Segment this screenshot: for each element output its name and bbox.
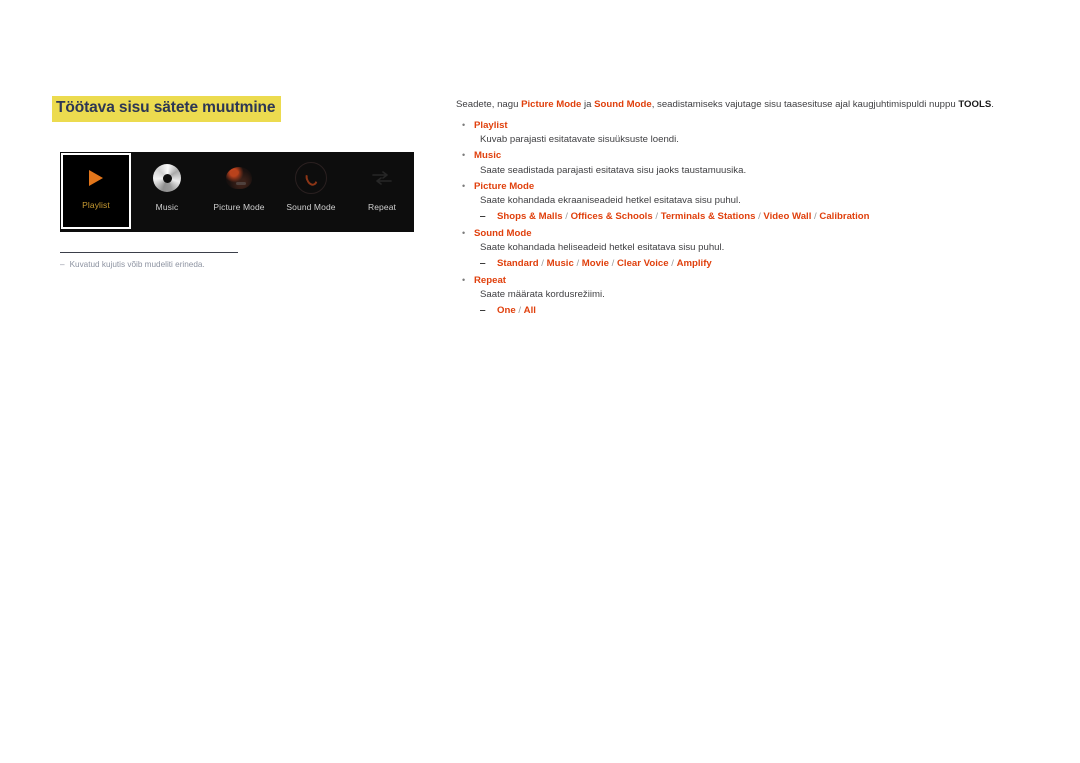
bullet-marker: • (462, 274, 466, 285)
picture-thumbnail-icon (203, 153, 275, 203)
bullet-title: Repeat (474, 274, 506, 286)
option-list: Standard / Music / Movie / Clear Voice /… (497, 257, 712, 271)
device-item-sound-mode[interactable]: Sound Mode (275, 152, 347, 232)
device-item-music[interactable]: Music (131, 152, 203, 232)
bullet-description: Saate kohandada ekraaniseadeid hetkel es… (480, 194, 741, 206)
device-item-playlist[interactable]: Playlist (61, 153, 131, 229)
intro-text-3: , seadistamiseks vajutage sisu taasesitu… (651, 99, 959, 110)
option-value: Terminals & Stations (660, 210, 756, 222)
footnote-divider (60, 252, 238, 253)
settings-bullet-list: • Playlist Kuvab parajasti esitatavate s… (456, 119, 1034, 318)
option-separator: / (515, 305, 524, 317)
option-value: Movie (581, 258, 609, 270)
option-list: Shops & Malls / Offices & Schools / Term… (497, 210, 870, 224)
option-separator: / (668, 258, 677, 270)
device-item-picture-mode[interactable]: Picture Mode (203, 152, 275, 232)
bullet-item-music: • Music Saate seadistada parajasti esita… (456, 149, 1034, 177)
option-separator: / (538, 258, 547, 270)
bullet-options-row: ‒ One / All (480, 304, 1034, 318)
device-item-label: Music (155, 202, 179, 212)
intro-text-4: . (991, 99, 994, 110)
play-triangle-icon (63, 155, 129, 201)
intro-text-1: Seadete, nagu (456, 99, 522, 110)
option-value: Shops & Malls (497, 210, 563, 222)
option-value: Amplify (676, 258, 712, 270)
bullet-title: Playlist (474, 119, 508, 131)
device-item-label: Picture Mode (213, 202, 265, 212)
bullet-description: Saate määrata kordusrežiimi. (480, 289, 605, 301)
figure-footnote: ‒ Kuvatud kujutis võib mudeliti erineda. (60, 252, 238, 271)
intro-keyword-picture-mode: Picture Mode (521, 99, 582, 110)
intro-paragraph: Seadete, nagu Picture Mode ja Sound Mode… (456, 99, 1034, 112)
bullet-title: Music (474, 150, 502, 162)
intro-keyword-tools: TOOLS (958, 99, 992, 110)
bullet-description: Saate seadistada parajasti esitatava sis… (480, 164, 747, 176)
sub-bullet-marker: ‒ (480, 210, 486, 222)
option-value: Standard (497, 258, 539, 270)
option-value: Calibration (819, 210, 870, 222)
option-separator: / (652, 210, 661, 222)
intro-text-2: ja (581, 99, 595, 110)
repeat-arrows-icon (347, 153, 417, 203)
device-menu-bar: Playlist Music Picture Mode Sound Mode R… (60, 152, 414, 232)
bullet-description: Kuvab parajasti esitatavate sisuüksuste … (480, 134, 679, 146)
option-separator: / (573, 258, 582, 270)
footnote-text: Kuvatud kujutis võib mudeliti erineda. (69, 260, 205, 269)
bullet-marker: • (462, 227, 466, 238)
option-separator: / (562, 210, 571, 222)
device-screen-figure: Playlist Music Picture Mode Sound Mode R… (60, 152, 414, 232)
bullet-marker: • (462, 119, 466, 130)
sound-ring-icon (275, 153, 347, 203)
device-item-repeat[interactable]: Repeat (347, 152, 417, 232)
bullet-item-picture-mode: • Picture Mode Saate kohandada ekraanise… (456, 180, 1034, 224)
bullet-item-sound-mode: • Sound Mode Saate kohandada heliseadeid… (456, 227, 1034, 271)
bullet-options-row: ‒ Standard / Music / Movie / Clear Voice… (480, 257, 1034, 271)
right-column: Seadete, nagu Picture Mode ja Sound Mode… (456, 99, 1034, 321)
intro-keyword-sound-mode: Sound Mode (594, 99, 652, 110)
option-value: Offices & Schools (570, 210, 653, 222)
bullet-description: Saate kohandada heliseadeid hetkel esita… (480, 242, 725, 254)
device-item-label: Sound Mode (286, 202, 336, 212)
bullet-title: Picture Mode (474, 180, 535, 192)
bullet-marker: • (462, 150, 466, 161)
device-item-label: Repeat (367, 202, 396, 212)
bullet-marker: • (462, 180, 466, 191)
option-value: All (523, 305, 536, 317)
option-separator: / (609, 258, 617, 270)
bullet-title: Sound Mode (474, 227, 532, 239)
option-value: One (497, 305, 516, 317)
footnote-dash-marker: ‒ (60, 260, 65, 269)
option-list: One / All (497, 304, 536, 318)
bullet-item-playlist: • Playlist Kuvab parajasti esitatavate s… (456, 119, 1034, 147)
option-value: Music (546, 258, 574, 270)
sub-bullet-marker: ‒ (480, 258, 486, 270)
bullet-item-repeat: • Repeat Saate määrata kordusrežiimi. ‒ … (456, 274, 1034, 318)
bullet-options-row: ‒ Shops & Malls / Offices & Schools / Te… (480, 210, 1034, 224)
device-item-label: Playlist (82, 200, 110, 210)
left-column: Töötava sisu sätete muutmine Playlist Mu… (52, 96, 422, 269)
option-value: Clear Voice (617, 258, 669, 270)
option-value: Video Wall (763, 210, 812, 222)
sub-bullet-marker: ‒ (480, 305, 486, 317)
page-title: Töötava sisu sätete muutmine (52, 96, 282, 122)
manual-page: Töötava sisu sätete muutmine Playlist Mu… (0, 0, 1080, 763)
compact-disc-icon (131, 153, 203, 203)
